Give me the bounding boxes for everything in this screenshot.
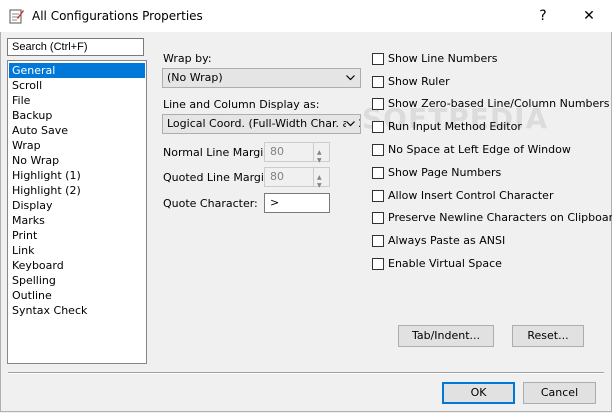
normal-line-margin-label: Normal Line Margin:: [163, 146, 274, 159]
nav-item-print[interactable]: Print: [9, 228, 145, 243]
nav-item-wrap[interactable]: Wrap: [9, 138, 145, 153]
quoted-line-margin-spinner[interactable]: 80 ▲ ▼: [264, 167, 330, 189]
spin-buttons[interactable]: ▲ ▼: [313, 143, 329, 164]
notepad-app-icon: [9, 9, 24, 24]
checkbox-box[interactable]: [372, 121, 384, 133]
checkbox-box[interactable]: [372, 98, 384, 110]
nav-item-outline[interactable]: Outline: [9, 288, 145, 303]
nav-item-highlight-2[interactable]: Highlight (2): [9, 183, 145, 198]
normal-line-margin-value: 80: [270, 145, 284, 158]
cancel-button[interactable]: Cancel: [523, 382, 596, 404]
line-col-display-label: Line and Column Display as:: [163, 98, 320, 111]
search-input[interactable]: [7, 38, 144, 56]
title-bar: All Configurations Properties ? ✕: [0, 0, 612, 32]
quoted-line-margin-label: Quoted Line Margin:: [163, 171, 275, 184]
wrap-by-label: Wrap by:: [163, 52, 212, 65]
nav-item-marks[interactable]: Marks: [9, 213, 145, 228]
reset-button[interactable]: Reset...: [512, 325, 584, 347]
line-col-display-value: Logical Coord. (Full-Width Char. as 2: [167, 117, 361, 130]
line-col-display-select[interactable]: Logical Coord. (Full-Width Char. as 2: [162, 114, 361, 134]
normal-line-margin-spinner[interactable]: 80 ▲ ▼: [264, 142, 330, 164]
category-list[interactable]: General Scroll File Backup Auto Save Wra…: [7, 60, 147, 364]
checkbox-box[interactable]: [372, 53, 384, 65]
nav-item-general[interactable]: General: [9, 63, 145, 78]
chevron-down-icon: [346, 75, 355, 81]
help-button[interactable]: ?: [520, 0, 566, 32]
checkbox-box[interactable]: [372, 212, 384, 224]
wrap-by-value: (No Wrap): [167, 71, 223, 84]
quoted-line-margin-value: 80: [270, 170, 284, 183]
checkbox-box[interactable]: [372, 235, 384, 247]
checkbox-box[interactable]: [372, 190, 384, 202]
quote-character-label: Quote Character:: [163, 197, 258, 210]
window-title: All Configurations Properties: [32, 9, 203, 23]
nav-item-spelling[interactable]: Spelling: [9, 273, 145, 288]
checkbox-box[interactable]: [372, 258, 384, 270]
tab-indent-button[interactable]: Tab/Indent...: [398, 325, 494, 347]
nav-item-link[interactable]: Link: [9, 243, 145, 258]
checkbox-box[interactable]: [372, 144, 384, 156]
checkbox-box[interactable]: [372, 76, 384, 88]
nav-item-scroll[interactable]: Scroll: [9, 78, 145, 93]
nav-item-display[interactable]: Display: [9, 198, 145, 213]
close-button[interactable]: ✕: [566, 0, 612, 32]
quote-character-input[interactable]: >: [264, 193, 330, 213]
nav-item-highlight-1[interactable]: Highlight (1): [9, 168, 145, 183]
ok-button[interactable]: OK: [442, 382, 515, 404]
nav-item-no-wrap[interactable]: No Wrap: [9, 153, 145, 168]
nav-item-syntax-check[interactable]: Syntax Check: [9, 303, 145, 318]
footer-divider: [8, 372, 604, 374]
checkbox-box[interactable]: [372, 167, 384, 179]
wrap-by-select[interactable]: (No Wrap): [162, 68, 361, 88]
nav-item-backup[interactable]: Backup: [9, 108, 145, 123]
nav-item-keyboard[interactable]: Keyboard: [9, 258, 145, 273]
nav-item-file[interactable]: File: [9, 93, 145, 108]
chevron-down-icon: [346, 121, 355, 127]
spin-buttons[interactable]: ▲ ▼: [313, 168, 329, 189]
nav-item-auto-save[interactable]: Auto Save: [9, 123, 145, 138]
